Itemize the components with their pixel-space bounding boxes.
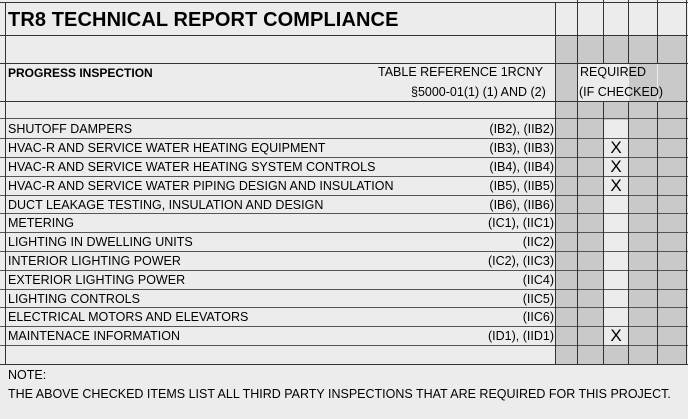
shade-col-2b: [578, 102, 603, 364]
row-code: (IIC6): [522, 310, 554, 324]
row-label: INTERIOR LIGHTING POWER: [8, 254, 181, 268]
required-label: REQUIRED: [580, 65, 646, 79]
row-code: (IB3), (IIB3): [489, 141, 554, 155]
row-code: (IC2), (IIC3): [488, 254, 554, 268]
row-label: HVAC-R AND SERVICE WATER HEATING EQUIPME…: [8, 141, 326, 155]
shade-col-3c: [604, 346, 628, 364]
shade-col-2: [578, 36, 603, 64]
row-label: EXTERIOR LIGHTING POWER: [8, 273, 186, 287]
check-mark: X: [610, 138, 622, 157]
shade-col-3: [604, 36, 628, 64]
shade-col-1: [556, 36, 577, 364]
form-title: TR8 TECHNICAL REPORT COMPLIANCE: [8, 9, 399, 31]
row-label: SHUTOFF DAMPERS: [8, 122, 133, 136]
check-mark: X: [610, 157, 622, 176]
required-if-checked-label: (IF CHECKED): [579, 85, 664, 99]
row-code: (IC1), (IIC1): [488, 216, 554, 230]
table-reference-line2: §5000-01(1) (1) AND (2): [411, 85, 546, 99]
note-text: THE ABOVE CHECKED ITEMS LIST ALL THIRD P…: [8, 387, 671, 401]
row-code: (IB2), (IIB2): [489, 122, 554, 136]
table-reference-line1: TABLE REFERENCE 1RCNY: [378, 65, 544, 79]
note-label: NOTE:: [8, 368, 47, 382]
row-label: LIGHTING IN DWELLING UNITS: [8, 235, 193, 249]
row-code: (IB4), (IIB4): [489, 160, 554, 174]
row-label: HVAC-R AND SERVICE WATER PIPING DESIGN A…: [8, 179, 394, 193]
row-code: (IB6), (IIB6): [489, 198, 554, 212]
row-code: (ID1), (IID1): [488, 329, 554, 343]
row-label: METERING: [8, 216, 74, 230]
row-label: DUCT LEAKAGE TESTING, INSULATION AND DES…: [8, 198, 324, 212]
section-label: PROGRESS INSPECTION: [8, 66, 153, 80]
row-label: MAINTENACE INFORMATION: [8, 329, 180, 343]
row-label: ELECTRICAL MOTORS AND ELEVATORS: [8, 310, 249, 324]
row-code: (IB5), (IIB5): [489, 179, 554, 193]
check-mark: X: [610, 326, 622, 345]
row-label: LIGHTING CONTROLS: [8, 292, 140, 306]
row-code: (IIC4): [522, 273, 554, 287]
row-label: HVAC-R AND SERVICE WATER HEATING SYSTEM …: [8, 160, 376, 174]
row-code: (IIC5): [522, 292, 554, 306]
row-code: (IIC2): [522, 235, 554, 249]
check-mark: X: [610, 176, 622, 195]
compliance-form: TR8 TECHNICAL REPORT COMPLIANCE PROGRESS…: [0, 0, 688, 419]
